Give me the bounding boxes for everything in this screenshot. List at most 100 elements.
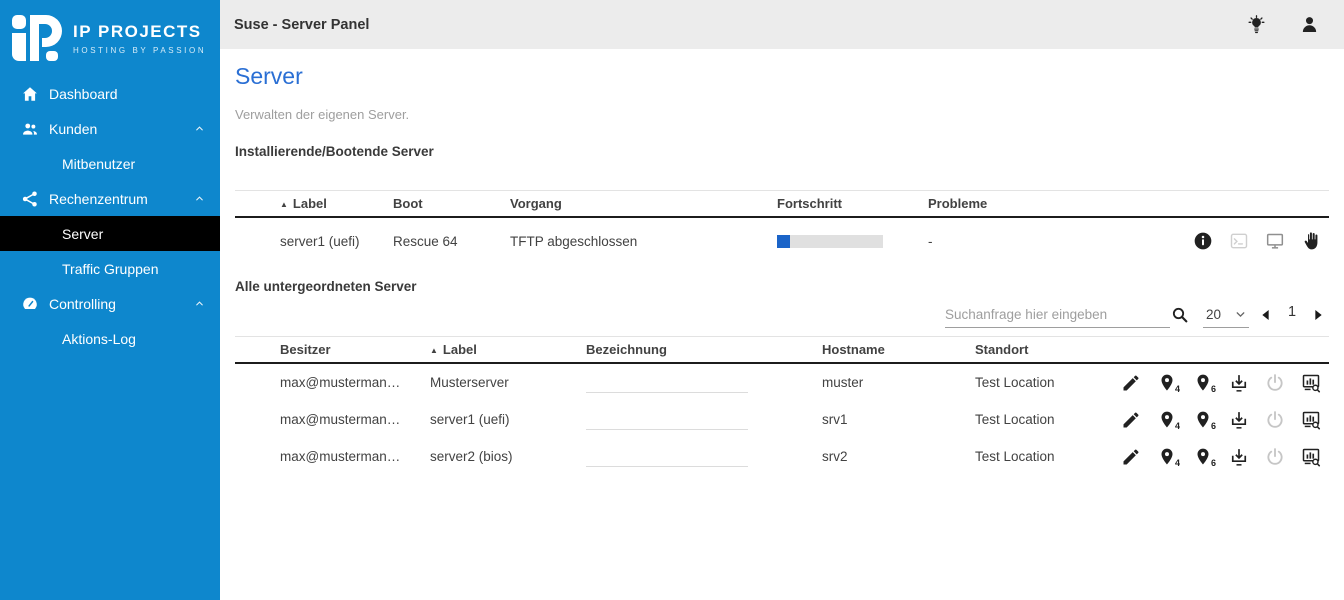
gauge-icon xyxy=(21,295,39,313)
info-icon[interactable] xyxy=(1193,231,1213,251)
install-icon[interactable] xyxy=(1229,373,1249,393)
ipv4-pin-icon[interactable]: 4 xyxy=(1157,447,1177,467)
main-content: Server Verwalten der eigenen Server. Ins… xyxy=(220,49,1344,600)
install-icon[interactable] xyxy=(1229,410,1249,430)
edit-pencil-icon[interactable] xyxy=(1121,447,1141,467)
cell-label: server1 (uefi) xyxy=(280,234,393,249)
row-actions: 4 6 xyxy=(1121,447,1329,467)
sort-asc-icon: ▲ xyxy=(430,346,438,355)
sidebar-item-rechenzentrum[interactable]: Rechenzentrum xyxy=(0,181,220,216)
cell-hostname: srv1 xyxy=(822,412,975,427)
row-actions: 4 6 xyxy=(1121,373,1329,393)
sidebar-item-label: Controlling xyxy=(49,296,116,312)
cell-bezeichnung xyxy=(586,410,822,430)
sidebar-item-kunden[interactable]: Kunden xyxy=(0,111,220,146)
table-row: server1 (uefi) Rescue 64 TFTP abgeschlos… xyxy=(235,218,1329,264)
sidebar-item-aktions-log[interactable]: Aktions-Log xyxy=(0,321,220,356)
edit-pencil-icon[interactable] xyxy=(1121,410,1141,430)
sidebar-item-controlling[interactable]: Controlling xyxy=(0,286,220,321)
column-header-label[interactable]: ▲Label xyxy=(280,196,393,211)
table-controls: 20 1 xyxy=(235,299,1329,331)
previous-page-button[interactable] xyxy=(1258,307,1274,323)
ipv4-pin-icon[interactable]: 4 xyxy=(1157,373,1177,393)
cell-hostname: muster xyxy=(822,375,975,390)
cell-probleme: - xyxy=(928,234,1193,249)
progress-bar-fill xyxy=(777,235,790,248)
topbar-title: Suse - Server Panel xyxy=(234,17,369,33)
topbar: Suse - Server Panel xyxy=(220,0,1344,49)
install-icon[interactable] xyxy=(1229,447,1249,467)
page-size-value: 20 xyxy=(1206,307,1221,322)
app-window: IP PROJECTS HOSTING BY PASSION Dashboard… xyxy=(0,0,1344,600)
power-icon[interactable] xyxy=(1265,410,1285,430)
ipv6-pin-icon[interactable]: 6 xyxy=(1193,447,1213,467)
search-icon[interactable] xyxy=(1170,305,1190,325)
sidebar-item-traffic-gruppen[interactable]: Traffic Gruppen xyxy=(0,251,220,286)
sidebar-item-dashboard[interactable]: Dashboard xyxy=(0,76,220,111)
column-header-standort[interactable]: Standort xyxy=(975,342,1329,357)
row-actions: 4 6 xyxy=(1121,410,1329,430)
cell-label: server2 (bios) xyxy=(430,449,586,464)
stats-screen-icon[interactable] xyxy=(1301,410,1321,430)
share-hub-icon xyxy=(21,190,39,208)
page-size-select[interactable]: 20 xyxy=(1203,302,1249,328)
cell-boot: Rescue 64 xyxy=(393,234,510,249)
sidebar-item-mitbenutzer[interactable]: Mitbenutzer xyxy=(0,146,220,181)
cell-besitzer: max@musterman… xyxy=(280,412,430,427)
brand-name: IP PROJECTS xyxy=(73,22,206,42)
monitor-icon[interactable] xyxy=(1265,231,1285,251)
cell-hostname: srv2 xyxy=(822,449,975,464)
column-header-vorgang[interactable]: Vorgang xyxy=(510,196,777,211)
table-header-row: Besitzer ▲Label Bezeichnung Hostname Sta… xyxy=(235,336,1329,364)
cell-bezeichnung xyxy=(586,447,822,467)
sidebar-item-label: Traffic Gruppen xyxy=(62,261,159,277)
sidebar-item-server[interactable]: Server xyxy=(0,216,220,251)
page-subtitle: Verwalten der eigenen Server. xyxy=(235,107,409,122)
edit-pencil-icon[interactable] xyxy=(1121,373,1141,393)
next-page-button[interactable] xyxy=(1310,307,1326,323)
stats-screen-icon[interactable] xyxy=(1301,373,1321,393)
cell-besitzer: max@musterman… xyxy=(280,449,430,464)
column-header-label[interactable]: ▲Label xyxy=(430,342,586,357)
brand-logo[interactable]: IP PROJECTS HOSTING BY PASSION xyxy=(0,0,220,65)
table-row: max@musterman… server1 (uefi) srv1 Test … xyxy=(235,401,1329,438)
cell-standort: Test Location xyxy=(975,412,1121,427)
chevron-up-icon xyxy=(194,298,205,309)
cell-label: server1 (uefi) xyxy=(430,412,586,427)
bezeichnung-input[interactable] xyxy=(586,447,748,467)
cell-standort: Test Location xyxy=(975,449,1121,464)
column-header-boot[interactable]: Boot xyxy=(393,196,510,211)
stop-hand-icon[interactable] xyxy=(1301,231,1321,251)
column-header-probleme[interactable]: Probleme xyxy=(928,196,1329,211)
column-header-besitzer[interactable]: Besitzer xyxy=(280,342,430,357)
search-input[interactable] xyxy=(945,302,1170,328)
terminal-icon[interactable] xyxy=(1229,231,1249,251)
bezeichnung-input[interactable] xyxy=(586,373,748,393)
bezeichnung-input[interactable] xyxy=(586,410,748,430)
sort-asc-icon: ▲ xyxy=(280,200,288,209)
account-icon[interactable] xyxy=(1299,14,1320,35)
sidebar-item-label: Aktions-Log xyxy=(62,331,136,347)
sidebar-item-label: Mitbenutzer xyxy=(62,156,135,172)
power-icon[interactable] xyxy=(1265,447,1285,467)
sidebar-item-label: Rechenzentrum xyxy=(49,191,148,207)
table-header-row: ▲Label Boot Vorgang Fortschritt Probleme xyxy=(235,190,1329,218)
home-icon xyxy=(21,85,39,103)
sidebar-nav: Dashboard Kunden Mitbenutzer Rechenzentr… xyxy=(0,76,220,356)
cell-fortschritt xyxy=(777,235,928,248)
column-header-hostname[interactable]: Hostname xyxy=(822,342,975,357)
chevron-up-icon xyxy=(194,123,205,134)
column-header-fortschritt[interactable]: Fortschritt xyxy=(777,196,928,211)
tips-bulb-icon[interactable] xyxy=(1246,14,1267,35)
ipv6-pin-icon[interactable]: 6 xyxy=(1193,373,1213,393)
sidebar: IP PROJECTS HOSTING BY PASSION Dashboard… xyxy=(0,0,220,600)
page-title: Server xyxy=(235,63,303,90)
ipv6-pin-icon[interactable]: 6 xyxy=(1193,410,1213,430)
cell-besitzer: max@musterman… xyxy=(280,375,430,390)
power-icon[interactable] xyxy=(1265,373,1285,393)
sidebar-item-label: Dashboard xyxy=(49,86,118,102)
stats-screen-icon[interactable] xyxy=(1301,447,1321,467)
ipv4-pin-icon[interactable]: 4 xyxy=(1157,410,1177,430)
column-header-bezeichnung[interactable]: Bezeichnung xyxy=(586,342,822,357)
users-icon xyxy=(21,120,39,138)
